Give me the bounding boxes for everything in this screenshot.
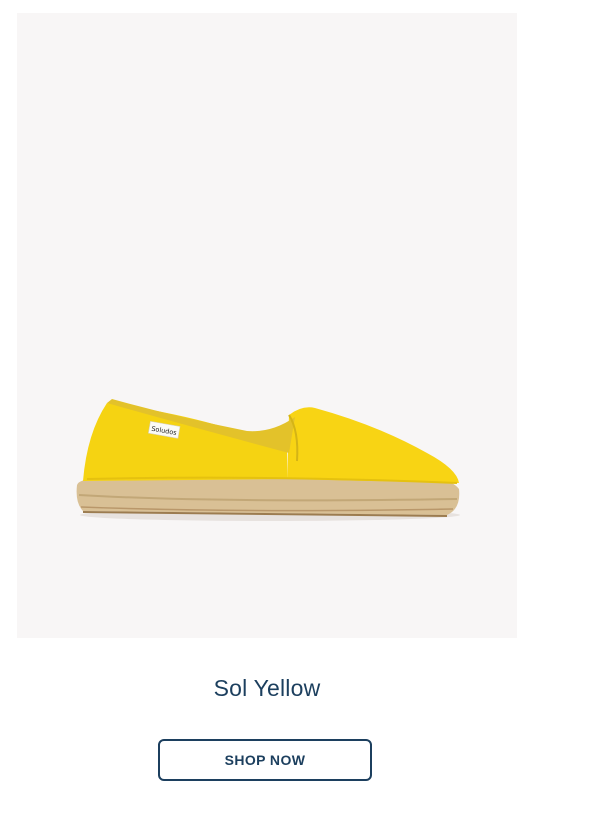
espadrille-illustration: Soludos	[76, 399, 460, 521]
product-image[interactable]: Soludos	[17, 13, 517, 638]
product-page: Soludos Sol Yellow SHOP NOW	[0, 0, 600, 832]
shop-now-button[interactable]: SHOP NOW	[158, 739, 372, 781]
product-title[interactable]: Sol Yellow	[17, 675, 517, 702]
product-card: Soludos Sol Yellow SHOP NOW	[17, 13, 517, 781]
canvas-toe	[287, 407, 459, 483]
